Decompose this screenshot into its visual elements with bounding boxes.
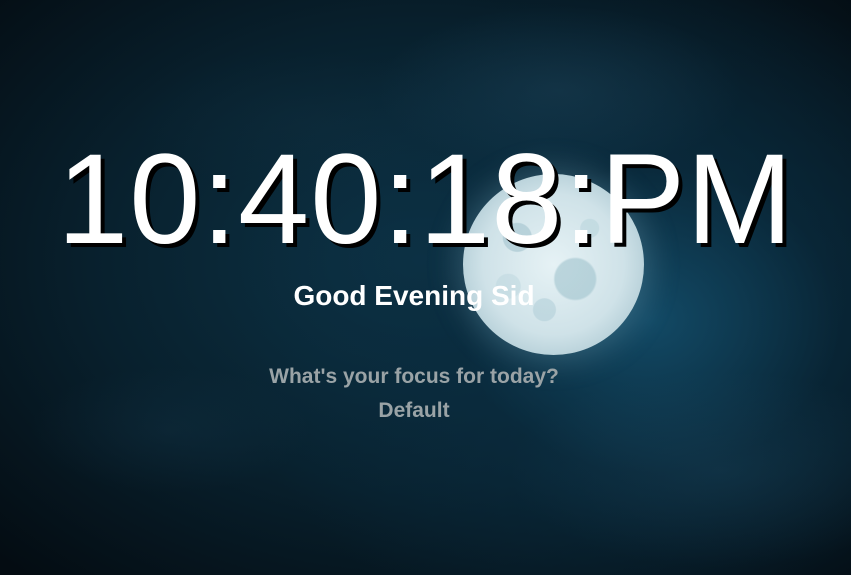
focus-prompt: What's your focus for today? xyxy=(269,365,559,388)
clock-display: 10:40:18:PM xyxy=(57,128,794,271)
focus-input[interactable]: Default xyxy=(0,398,828,424)
greeting-text: Good Evening Sid xyxy=(293,280,535,311)
